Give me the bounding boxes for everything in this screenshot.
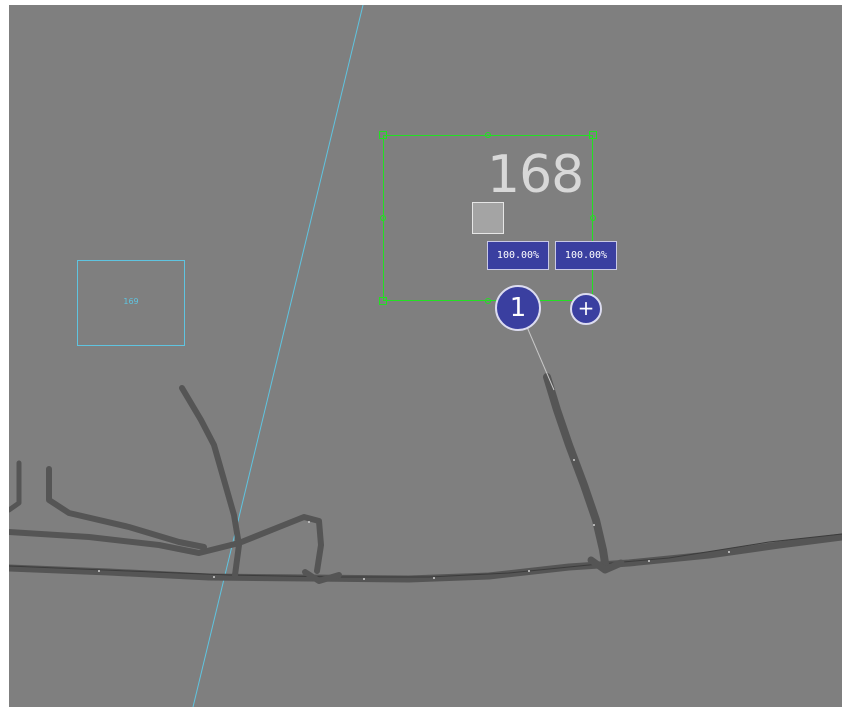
- left-stub-1: [9, 460, 22, 513]
- resize-handle-top-right[interactable]: [589, 131, 597, 139]
- percent-badge-2[interactable]: 100.00%: [555, 241, 617, 270]
- marker-leader-line: [526, 326, 555, 391]
- road-network: [9, 373, 842, 584]
- resize-handle-right-mid[interactable]: [590, 215, 596, 221]
- map-canvas[interactable]: 169 168 100.00% 100.00% 1 +: [9, 5, 842, 707]
- percent-badge-1[interactable]: 100.00%: [487, 241, 549, 270]
- resize-handle-top-mid[interactable]: [485, 132, 491, 138]
- resize-handle-bottom-left[interactable]: [379, 297, 387, 305]
- upper-left-road: [9, 514, 324, 574]
- resize-handle-bottom-mid[interactable]: [485, 298, 491, 304]
- add-marker-button[interactable]: +: [570, 293, 602, 325]
- numbered-marker[interactable]: 1: [495, 285, 541, 331]
- reference-box[interactable]: 169: [77, 260, 185, 346]
- reference-box-label: 169: [123, 297, 139, 306]
- right-branch-road: [543, 373, 609, 567]
- boundary-line: [192, 5, 364, 707]
- resize-handle-left-mid[interactable]: [380, 215, 386, 221]
- resize-handle-top-left[interactable]: [379, 131, 387, 139]
- element-number: 168: [487, 145, 584, 205]
- color-swatch[interactable]: [472, 202, 504, 234]
- stage: 169 168 100.00% 100.00% 1 +: [0, 0, 842, 713]
- map-drawing: [9, 5, 842, 707]
